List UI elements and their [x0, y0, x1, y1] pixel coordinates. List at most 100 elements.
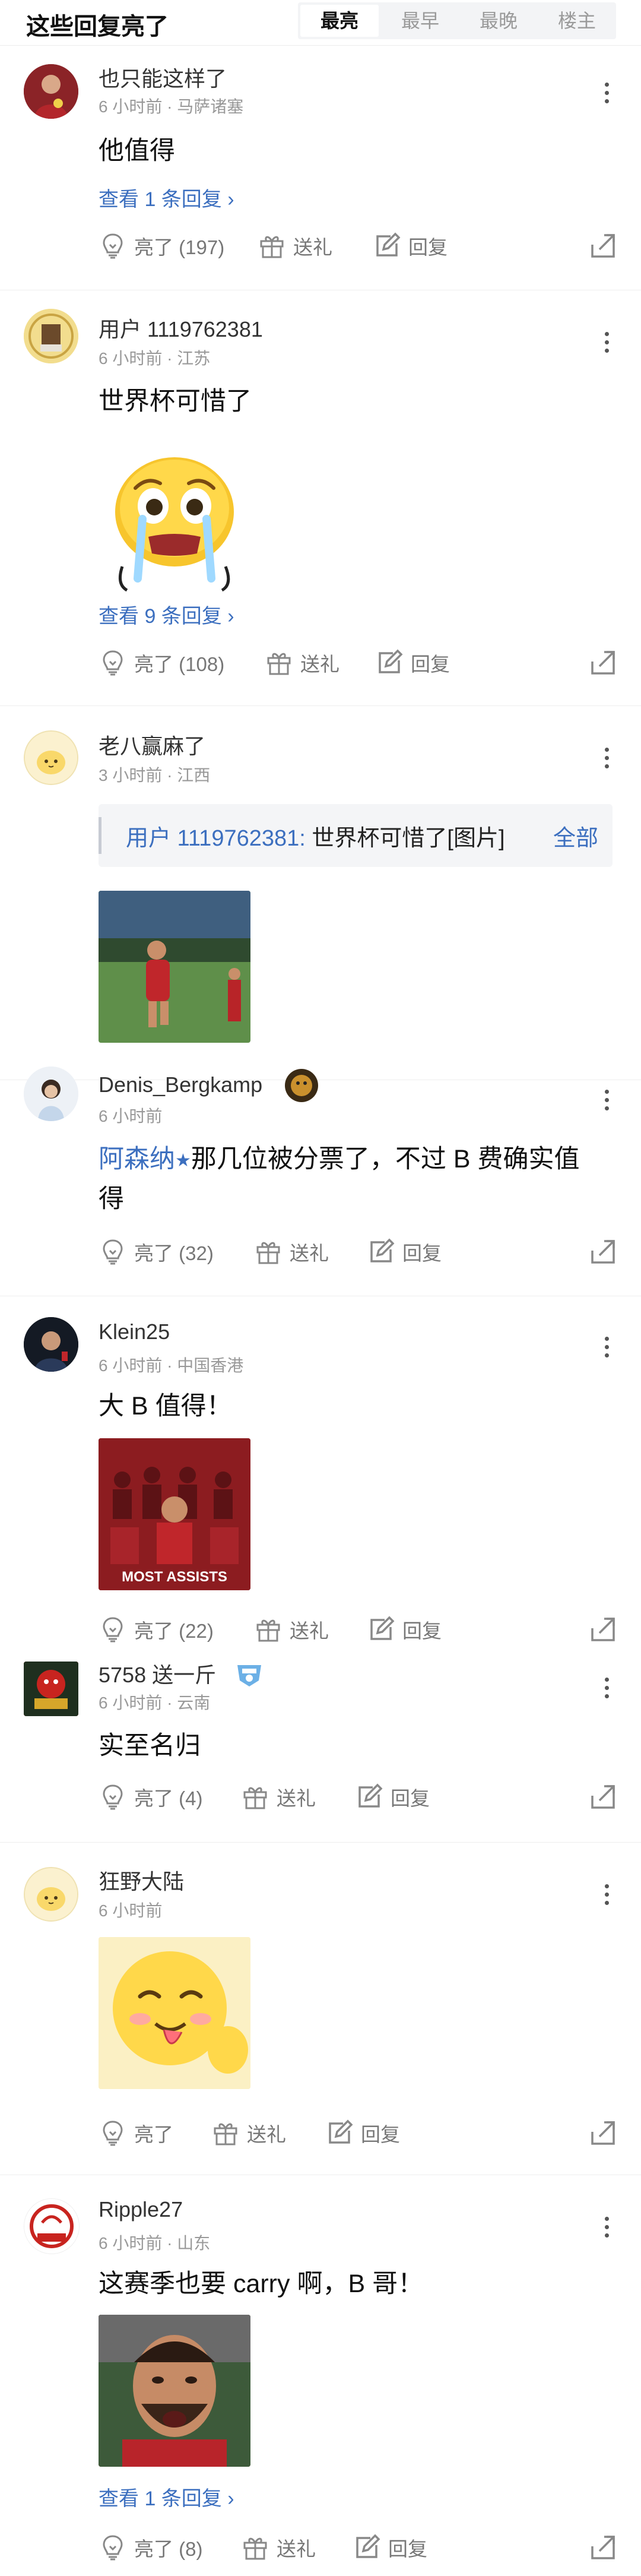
view-replies-link[interactable]: 查看 1 条回复 ›: [99, 183, 234, 212]
comment-image[interactable]: [99, 891, 250, 1043]
reply-button[interactable]: 回复: [373, 229, 448, 262]
comment-text: 阿森纳★那几位被分票了，不过 B 费确实值得: [99, 1140, 603, 1218]
comment-actions: 亮了 送礼 回复: [99, 2116, 617, 2150]
like-button[interactable]: 亮了 (197): [99, 229, 224, 262]
more-icon[interactable]: [596, 324, 617, 360]
reply-label: 回复: [391, 1787, 430, 1809]
comment-image[interactable]: [99, 1937, 250, 2089]
share-icon: [589, 2119, 617, 2147]
like-count: 亮了 (32): [134, 1242, 214, 1264]
share-icon: [589, 232, 617, 260]
like-button[interactable]: 亮了 (4): [99, 1780, 203, 1814]
comment-text-line2: 得: [99, 1185, 124, 1213]
tab-op-only[interactable]: 楼主: [538, 2, 616, 39]
gift-label: 送礼: [290, 1242, 329, 1264]
more-icon[interactable]: [596, 1082, 617, 1118]
divider: [0, 1842, 641, 1843]
more-icon[interactable]: [596, 75, 617, 110]
like-count: 亮了 (108): [134, 653, 225, 675]
avatar[interactable]: [24, 1867, 78, 1922]
avatar[interactable]: [24, 64, 78, 119]
username[interactable]: Klein25: [99, 1319, 170, 1344]
edit-icon: [367, 1238, 395, 1266]
comment-actions: 亮了 (32) 送礼 回复: [99, 1235, 617, 1268]
share-button[interactable]: [589, 2533, 617, 2565]
reply-button[interactable]: 回复: [353, 2531, 427, 2564]
comment-image[interactable]: [99, 2315, 250, 2467]
tab-brightest[interactable]: 最亮: [300, 5, 379, 37]
username[interactable]: 也只能这样了: [99, 62, 227, 93]
reply-button[interactable]: 回复: [375, 646, 450, 679]
like-button[interactable]: 亮了 (32): [99, 1235, 214, 1268]
like-button[interactable]: 亮了: [99, 2116, 173, 2150]
tab-latest[interactable]: 最晚: [459, 2, 538, 39]
like-button[interactable]: 亮了 (22): [99, 1613, 214, 1646]
comment-text: 大 B 值得！: [99, 1392, 232, 1420]
username[interactable]: 用户 1119762381: [99, 312, 263, 343]
gift-button[interactable]: 送礼: [254, 1235, 329, 1268]
lightbulb-icon: [99, 232, 127, 260]
share-button[interactable]: [589, 2119, 617, 2150]
username[interactable]: Denis_Bergkamp: [99, 1072, 262, 1097]
gift-icon: [265, 648, 293, 677]
more-icon[interactable]: [596, 740, 617, 776]
reply-button[interactable]: 回复: [367, 1613, 442, 1646]
avatar[interactable]: [24, 1317, 78, 1372]
share-button[interactable]: [589, 648, 617, 680]
username[interactable]: 5758 送一斤: [99, 1658, 216, 1689]
comment-meta: 6 小时前 · 云南: [99, 1694, 211, 1712]
avatar[interactable]: [24, 1067, 78, 1121]
more-icon[interactable]: [596, 1876, 617, 1912]
view-replies-link[interactable]: 查看 1 条回复 ›: [99, 2482, 234, 2511]
expand-all-link[interactable]: 全部: [553, 819, 598, 852]
share-button[interactable]: [589, 1238, 617, 1269]
more-icon[interactable]: [596, 2209, 617, 2245]
reply-label: 回复: [408, 236, 448, 258]
share-button[interactable]: [589, 1783, 617, 1814]
comment-meta: 6 小时前: [99, 1901, 163, 1920]
share-button[interactable]: [589, 232, 617, 263]
view-replies-link[interactable]: 查看 9 条回复 ›: [99, 600, 234, 629]
more-icon[interactable]: [596, 1329, 617, 1365]
reply-button[interactable]: 回复: [355, 1780, 430, 1814]
tab-earliest[interactable]: 最早: [381, 2, 459, 39]
gift-button[interactable]: 送礼: [265, 646, 339, 679]
quote-content: 世界杯可惜了[图片]: [305, 826, 505, 851]
username[interactable]: 老八赢麻了: [99, 729, 205, 760]
comment-meta: 6 小时前 · 中国香港: [99, 1356, 244, 1375]
comment-meta: 6 小时前 · 马萨诸塞: [99, 97, 244, 116]
gift-icon: [254, 1238, 283, 1266]
quote-text: 用户 1119762381: 世界杯可惜了[图片]: [126, 819, 505, 852]
sort-tabs: 最亮 最早 最晚 楼主: [298, 2, 616, 39]
avatar[interactable]: [24, 2198, 80, 2254]
share-button[interactable]: [589, 1615, 617, 1647]
reply-button[interactable]: 回复: [367, 1235, 442, 1268]
gift-button[interactable]: 送礼: [211, 2116, 286, 2150]
more-icon[interactable]: [596, 1670, 617, 1705]
like-count: 亮了: [134, 2124, 173, 2145]
avatar[interactable]: [24, 1662, 78, 1716]
gift-button[interactable]: 送礼: [254, 1613, 329, 1646]
comment-text: 实至名归: [99, 1732, 201, 1760]
username[interactable]: Ripple27: [99, 2197, 183, 2222]
edit-icon: [353, 2533, 381, 2562]
quote-user[interactable]: 用户 1119762381:: [126, 826, 306, 851]
gift-button[interactable]: 送礼: [258, 229, 332, 262]
avatar[interactable]: [24, 309, 78, 363]
gift-button[interactable]: 送礼: [241, 1780, 316, 1814]
gift-icon: [241, 2533, 269, 2562]
divider: [0, 705, 641, 706]
username[interactable]: 狂野大陆: [99, 1865, 184, 1895]
like-button[interactable]: 亮了 (108): [99, 646, 224, 679]
avatar[interactable]: [24, 730, 78, 785]
reply-button[interactable]: 回复: [325, 2116, 400, 2150]
gift-button[interactable]: 送礼: [241, 2531, 316, 2564]
quoted-reply[interactable]: 用户 1119762381: 世界杯可惜了[图片] 全部: [99, 804, 613, 867]
team-tag[interactable]: 阿森纳: [99, 1145, 175, 1173]
gift-icon: [241, 1783, 269, 1811]
lightbulb-icon: [99, 1238, 127, 1266]
like-count: 亮了 (8): [134, 2538, 203, 2560]
like-button[interactable]: 亮了 (8): [99, 2531, 203, 2564]
comment-image[interactable]: MOST ASSISTS: [99, 1438, 250, 1590]
reply-label: 回复: [411, 653, 450, 675]
